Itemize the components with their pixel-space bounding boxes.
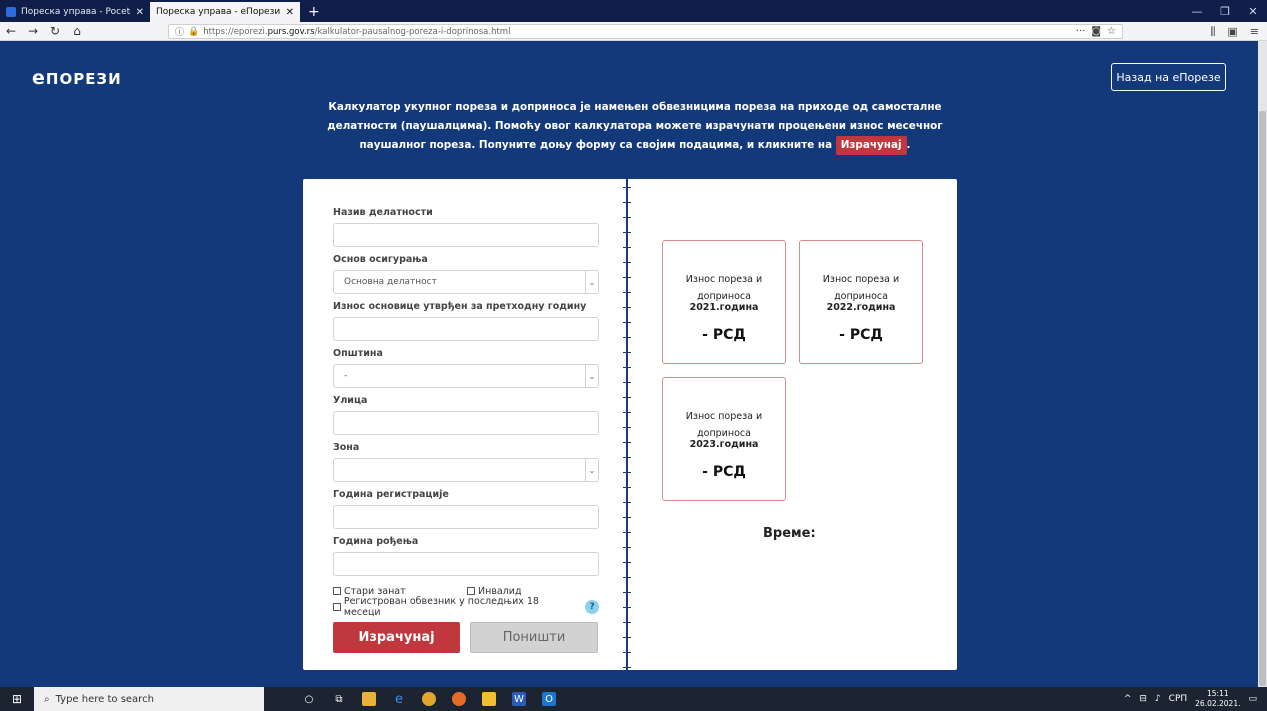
library-icon[interactable]: ⫼ bbox=[1210, 25, 1215, 39]
system-tray: ^ ⊟ ♪ СРП 15:11 26.02.2021. ▭ bbox=[1124, 687, 1257, 711]
registration-year-label: Година регистрације bbox=[333, 489, 449, 500]
windows-taskbar: ⊞ ⌕ Type here to search ○ ⧉ e W O ^ ⊟ ♪ … bbox=[0, 687, 1267, 711]
bookmark-star-icon[interactable]: ☆ bbox=[1107, 26, 1116, 37]
zone-select[interactable]: ⌄ bbox=[333, 458, 599, 482]
notebook-spine bbox=[623, 179, 631, 670]
birth-year-input[interactable] bbox=[333, 552, 599, 576]
insurance-value: Основна делатност bbox=[344, 277, 437, 287]
page-content: еПОРЕЗИ Назад на еПорезе Калкулатор укуп… bbox=[0, 41, 1258, 687]
reload-icon[interactable]: ↻ bbox=[44, 24, 66, 38]
close-icon[interactable]: ✕ bbox=[286, 7, 294, 18]
close-icon[interactable]: ✕ bbox=[136, 7, 144, 18]
help-icon[interactable]: ? bbox=[585, 600, 599, 614]
activity-label: Назив делатности bbox=[333, 207, 433, 218]
municipality-value: - bbox=[344, 371, 348, 381]
old-craft-checkbox[interactable]: Стари занат bbox=[333, 586, 467, 597]
zone-label: Зона bbox=[333, 442, 360, 453]
insurance-select[interactable]: Основна делатност ⌄ bbox=[333, 270, 599, 294]
bookmark-app-icon[interactable] bbox=[482, 692, 496, 706]
home-icon[interactable]: ⌂ bbox=[66, 24, 88, 38]
browser-tab-pocetna[interactable]: Пореска управа - Pocetna ✕ bbox=[0, 2, 150, 22]
site-favicon-icon bbox=[6, 7, 16, 17]
outlook-icon[interactable]: O bbox=[542, 692, 556, 706]
base-input[interactable] bbox=[333, 317, 599, 341]
checkbox-group: Стари занат Инвалид Регистрован обвезник… bbox=[333, 583, 599, 618]
forward-arrow-icon[interactable]: → bbox=[22, 24, 44, 38]
disabled-checkbox[interactable]: Инвалид bbox=[467, 586, 522, 597]
municipality-label: Општина bbox=[333, 348, 383, 359]
birth-year-label: Година рођења bbox=[333, 536, 419, 547]
insurance-label: Основ осигурања bbox=[333, 254, 428, 265]
scrollbar-thumb[interactable] bbox=[1259, 111, 1266, 686]
task-view-icon[interactable]: ⧉ bbox=[332, 692, 346, 706]
activity-input[interactable] bbox=[333, 223, 599, 247]
page-scrollbar[interactable] bbox=[1258, 41, 1267, 687]
file-explorer-icon[interactable] bbox=[362, 692, 376, 706]
taskbar-search-box[interactable]: ⌕ Type here to search bbox=[34, 687, 264, 711]
browser-nav-bar: ← → ↻ ⌂ ⓘ 🔒 https://eporezi.purs.gov.rs/… bbox=[0, 22, 1267, 41]
minimize-icon[interactable]: — bbox=[1183, 0, 1211, 22]
tab-title: Пореска управа - еПорези :: Калк bbox=[156, 7, 281, 17]
volume-icon[interactable]: ♪ bbox=[1155, 694, 1161, 704]
chevron-down-icon[interactable]: ⌄ bbox=[585, 271, 598, 293]
back-arrow-icon[interactable]: ← bbox=[0, 24, 22, 38]
base-label: Износ основице утврђен за претходну годи… bbox=[333, 301, 587, 312]
chevron-down-icon[interactable]: ⌄ bbox=[585, 459, 598, 481]
intro-text: Калкулатор укупног пореза и доприноса је… bbox=[300, 98, 970, 155]
chrome-icon[interactable] bbox=[422, 692, 436, 706]
result-box-2022: Износ пореза и доприноса 2022.година - Р… bbox=[799, 240, 923, 364]
calculate-badge: Израчунај bbox=[835, 136, 907, 155]
browser-toolbar-right: ⫼ ▣ ≡ bbox=[1210, 22, 1259, 41]
windows-start-icon[interactable]: ⊞ bbox=[0, 687, 34, 711]
tab-title: Пореска управа - Pocetna bbox=[21, 7, 131, 17]
street-label: Улица bbox=[333, 395, 368, 406]
browser-tab-bar: Пореска управа - Pocetna ✕ Пореска управ… bbox=[0, 0, 1267, 22]
time-label: Време: bbox=[763, 526, 816, 541]
lock-icon[interactable]: 🔒 bbox=[188, 27, 199, 37]
result-value: - РСД bbox=[702, 464, 746, 480]
pocket-icon[interactable]: ◙ bbox=[1091, 26, 1101, 37]
result-box-2023: Износ пореза и доприноса 2023.година - Р… bbox=[662, 377, 786, 501]
street-input[interactable] bbox=[333, 411, 599, 435]
firefox-icon[interactable] bbox=[452, 692, 466, 706]
menu-icon[interactable]: ≡ bbox=[1250, 25, 1259, 38]
chevron-down-icon[interactable]: ⌄ bbox=[585, 365, 598, 387]
window-controls: — ❐ ✕ bbox=[1183, 0, 1267, 22]
search-icon: ⌕ bbox=[44, 693, 50, 705]
notifications-icon[interactable]: ▭ bbox=[1248, 694, 1257, 704]
cancel-button[interactable]: Поништи bbox=[470, 622, 598, 653]
word-icon[interactable]: W bbox=[512, 692, 526, 706]
url-text: https://eporezi.purs.gov.rs/kalkulator-p… bbox=[203, 26, 511, 37]
search-placeholder: Type here to search bbox=[55, 693, 154, 705]
calculator-form: Назив делатности Основ осигурања Основна… bbox=[333, 207, 599, 653]
new-tab-button[interactable]: + bbox=[300, 2, 328, 22]
chevron-up-icon[interactable]: ^ bbox=[1124, 694, 1132, 704]
more-actions-icon[interactable]: ··· bbox=[1076, 26, 1086, 37]
language-indicator[interactable]: СРП bbox=[1169, 694, 1187, 704]
result-box-2021: Износ пореза и доприноса 2021.година - Р… bbox=[662, 240, 786, 364]
close-window-icon[interactable]: ✕ bbox=[1239, 0, 1267, 22]
info-icon[interactable]: ⓘ bbox=[175, 25, 184, 38]
clock[interactable]: 15:11 26.02.2021. bbox=[1195, 689, 1240, 709]
back-to-eporezi-button[interactable]: Назад на еПорезе bbox=[1111, 63, 1226, 91]
url-bar[interactable]: ⓘ 🔒 https://eporezi.purs.gov.rs/kalkulat… bbox=[168, 24, 1123, 39]
cortana-icon[interactable]: ○ bbox=[302, 692, 316, 706]
url-actions: ··· ◙ ☆ bbox=[1076, 26, 1116, 37]
registration-year-input[interactable] bbox=[333, 505, 599, 529]
calculate-button[interactable]: Израчунај bbox=[333, 622, 460, 653]
taskbar-apps: ○ ⧉ e W O bbox=[302, 692, 556, 707]
browser-tab-calculator[interactable]: Пореска управа - еПорези :: Калк ✕ bbox=[150, 2, 300, 22]
result-value: - РСД bbox=[839, 327, 883, 343]
registered-checkbox[interactable]: Регистрован обвезник у последњих 18 месе… bbox=[333, 596, 573, 618]
result-value: - РСД bbox=[702, 327, 746, 343]
form-buttons: Израчунај Поништи bbox=[333, 622, 599, 653]
eporezi-logo[interactable]: еПОРЕЗИ bbox=[32, 67, 122, 89]
municipality-select[interactable]: - ⌄ bbox=[333, 364, 599, 388]
network-icon[interactable]: ⊟ bbox=[1139, 694, 1147, 704]
edge-icon[interactable]: e bbox=[392, 692, 406, 707]
sidebar-icon[interactable]: ▣ bbox=[1227, 25, 1237, 38]
calculator-card: Назив делатности Основ осигурања Основна… bbox=[303, 179, 957, 670]
restore-icon[interactable]: ❐ bbox=[1211, 0, 1239, 22]
